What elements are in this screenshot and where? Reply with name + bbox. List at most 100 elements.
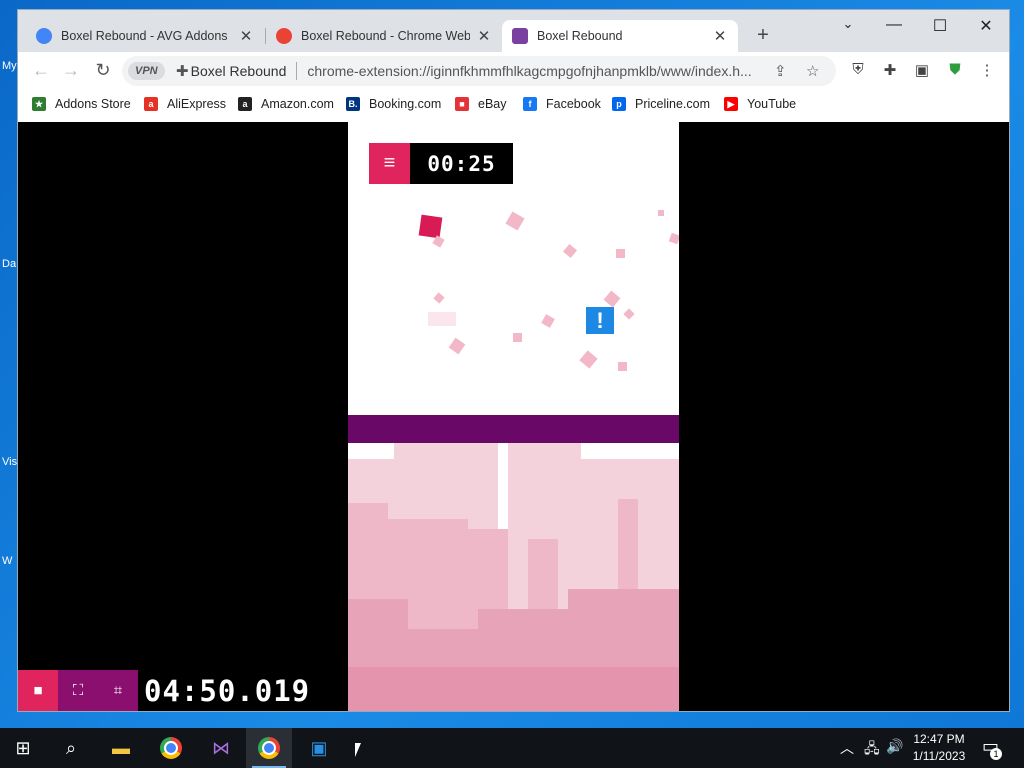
share-icon[interactable]: ⇪ <box>774 62 787 80</box>
bookmark-item[interactable]: f Facebook <box>523 97 601 111</box>
chrome-icon <box>36 28 52 44</box>
particle <box>433 292 445 304</box>
volume-icon[interactable]: 🔊 <box>886 738 903 755</box>
extensions-icon[interactable]: ✚ <box>880 61 900 79</box>
notification-count: 1 <box>990 748 1002 760</box>
bookmark-label: YouTube <box>747 97 797 111</box>
shield-extension-icon[interactable]: ⛨ <box>848 61 868 78</box>
taskbar: ⊞ ⌕ ▬ ⋈ ▣ ︿ 🖧 🔊 12:47 PM 1/11/2023 ▭ 1 <box>0 728 1024 768</box>
new-tab-button[interactable]: + <box>753 24 773 47</box>
visual-studio-icon[interactable]: ⋈ <box>198 728 244 768</box>
bookmark-item[interactable]: a Amazon.com <box>238 97 334 111</box>
particle <box>618 362 627 371</box>
game-canvas[interactable]: ≡ 00:25 ! <box>348 122 679 711</box>
recorder-controls: ■ ⛶ ⌗ 04:50.019 <box>18 670 321 711</box>
fullscreen-icon[interactable]: ⛶ <box>58 670 98 711</box>
back-button[interactable]: ← <box>30 60 52 81</box>
desktop-icon-label: W <box>2 555 13 567</box>
particle <box>668 232 679 245</box>
tab-title: Boxel Rebound <box>537 29 623 43</box>
desktop-icon-label: My <box>2 60 17 72</box>
exit-fullscreen-icon[interactable]: ⌗ <box>98 670 138 711</box>
particle <box>562 243 578 259</box>
url-text[interactable]: chrome-extension://iginnfkhmmfhlkagcmpgo… <box>307 63 757 79</box>
bookmark-star-icon[interactable]: ☆ <box>806 62 819 80</box>
vpn-badge[interactable]: VPN <box>128 62 165 80</box>
start-button[interactable]: ⊞ <box>0 728 46 768</box>
tab-strip: Boxel Rebound - AVG Addons ✕ Boxel Rebou… <box>18 10 1009 52</box>
menu-kebab-icon[interactable]: ⋮ <box>977 61 997 79</box>
side-panel-icon[interactable]: ▣ <box>912 61 932 79</box>
system-clock[interactable]: 12:47 PM 1/11/2023 <box>902 731 976 765</box>
addons-store-icon: ★ <box>32 97 46 111</box>
game-timer: 00:25 <box>410 143 513 184</box>
aliexpress-icon: a <box>144 97 158 111</box>
desktop-icon-label: Da <box>2 258 17 270</box>
chrome-taskbar-icon[interactable] <box>148 728 194 768</box>
web-store-icon <box>276 28 292 44</box>
page-content: ≡ 00:25 ! ■ ⛶ ⌗ 04:50.019 <box>18 122 1009 711</box>
facebook-icon: f <box>523 97 537 111</box>
close-tab-icon[interactable]: ✕ <box>238 27 254 45</box>
bookmarks-bar: ★ Addons Store a AliExpress a Amazon.com B. Boo… <box>18 90 1009 123</box>
bookmark-item[interactable]: p Priceline.com <box>612 97 710 111</box>
particle <box>623 308 635 320</box>
close-tab-icon[interactable]: ✕ <box>476 27 492 45</box>
particle <box>513 333 522 342</box>
particle <box>505 211 525 231</box>
boxel-icon <box>512 28 528 44</box>
building <box>348 667 679 711</box>
bookmark-item[interactable]: ▶ YouTube <box>724 97 796 111</box>
reload-button[interactable]: ↻ <box>92 60 114 81</box>
search-icon[interactable]: ⌕ <box>48 728 94 768</box>
ebay-icon: ■ <box>455 97 469 111</box>
bookmark-label: Booking.com <box>369 97 442 111</box>
particle <box>603 290 621 308</box>
bookmark-label: AliExpress <box>167 97 227 111</box>
tab-chrome-web-store[interactable]: Boxel Rebound - Chrome Web S ✕ <box>266 20 502 52</box>
recorder-elapsed: 04:50.019 <box>138 670 321 711</box>
particle <box>658 210 664 216</box>
avg-browser-taskbar-icon[interactable] <box>246 728 292 768</box>
booking-icon: B. <box>346 97 360 111</box>
stop-record-button[interactable]: ■ <box>18 670 58 711</box>
minimize-button[interactable]: — <box>884 16 904 34</box>
particle <box>428 312 456 326</box>
particle <box>541 314 555 328</box>
tab-boxel-rebound[interactable]: Boxel Rebound ✕ <box>502 20 738 52</box>
app-window-icon[interactable]: ▣ <box>296 728 342 768</box>
file-explorer-icon[interactable]: ▬ <box>98 728 144 768</box>
particle <box>616 249 625 258</box>
tab-avg-addons[interactable]: Boxel Rebound - AVG Addons ✕ <box>26 20 264 52</box>
bookmark-item[interactable]: ★ Addons Store <box>32 97 131 111</box>
bookmark-label: Amazon.com <box>261 97 334 111</box>
bookmark-label: Facebook <box>546 97 601 111</box>
bookmark-label: eBay <box>478 97 507 111</box>
clock-time: 12:47 PM <box>913 732 965 746</box>
avg-shield-icon[interactable]: ⛊ <box>945 61 965 78</box>
game-menu-button[interactable]: ≡ <box>369 143 410 184</box>
puzzle-icon: ✚ <box>176 63 189 80</box>
youtube-icon: ▶ <box>724 97 738 111</box>
close-tab-icon[interactable]: ✕ <box>712 27 728 45</box>
forward-button[interactable]: → <box>60 60 82 81</box>
maximize-button[interactable]: ☐ <box>930 16 950 36</box>
mouse-cursor <box>355 743 361 757</box>
bookmark-label: Addons Store <box>55 97 131 111</box>
tray-chevron-icon[interactable]: ︿ <box>840 738 854 758</box>
tab-search-icon[interactable]: ⌄ <box>838 16 858 32</box>
bookmark-item[interactable]: a AliExpress <box>144 97 226 111</box>
site-name: Boxel Rebound <box>190 63 287 79</box>
tab-title: Boxel Rebound - Chrome Web S <box>301 29 470 43</box>
desktop-icon-label: Vis <box>2 456 18 468</box>
platform-bar <box>348 415 679 443</box>
bookmark-item[interactable]: ■ eBay <box>455 97 507 111</box>
close-window-button[interactable]: ✕ <box>976 16 996 36</box>
bookmark-label: Priceline.com <box>635 97 711 111</box>
network-icon[interactable]: 🖧 <box>864 738 880 762</box>
clock-date: 1/11/2023 <box>912 749 966 763</box>
amazon-icon: a <box>238 97 252 111</box>
city-background <box>348 443 679 711</box>
address-bar[interactable]: VPN ✚ Boxel Rebound chrome-extension://i… <box>122 56 836 86</box>
bookmark-item[interactable]: B. Booking.com <box>346 97 441 111</box>
